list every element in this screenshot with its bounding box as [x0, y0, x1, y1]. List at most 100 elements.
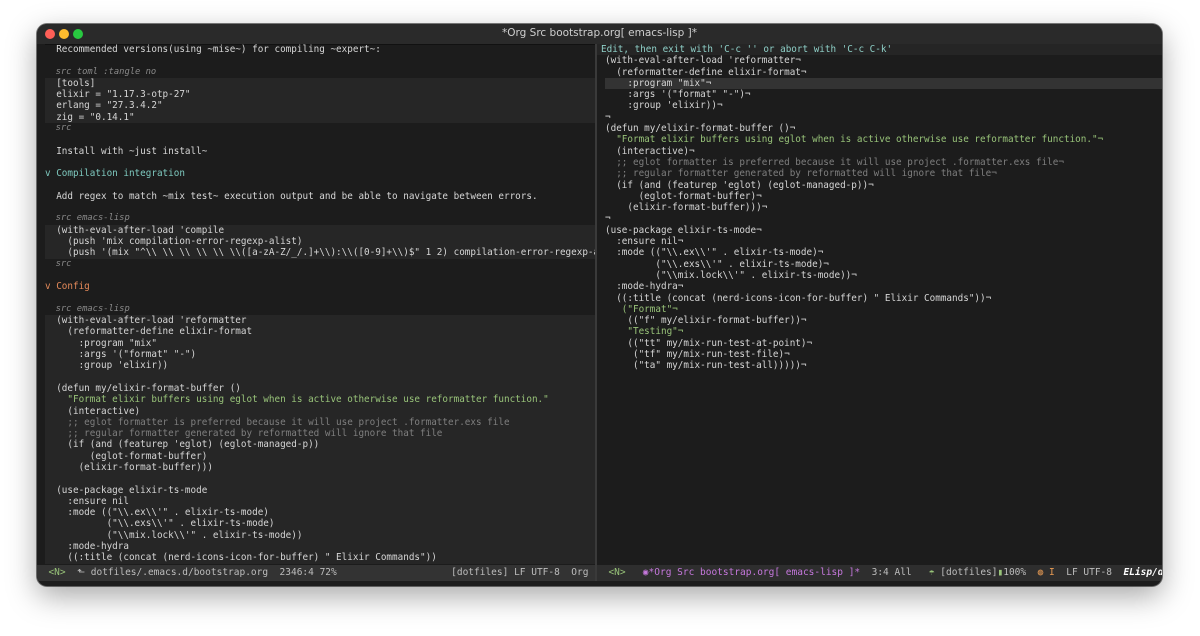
right-line[interactable]: (reformatter-define elixir-format¬: [605, 67, 1162, 78]
right-line[interactable]: ¬: [605, 213, 1162, 224]
buffer-name[interactable]: *Org Src bootstrap.org[ emacs-lisp ]*: [649, 567, 861, 578]
buffer-file-icon: ⬑: [77, 567, 86, 578]
right-line[interactable]: (elixir-format-buffer)))¬: [605, 202, 1162, 213]
left-line[interactable]: src emacs-lisp: [45, 213, 595, 224]
left-line[interactable]: [45, 270, 595, 281]
right-line[interactable]: ;; eglot formatter is preferred because …: [605, 157, 1162, 168]
left-line[interactable]: [45, 157, 595, 168]
encoding[interactable]: LF UTF-8: [514, 567, 560, 578]
right-line[interactable]: (use-package elixir-ts-mode¬: [605, 225, 1162, 236]
left-line[interactable]: ("\\.exs\\'" . elixir-ts-mode): [45, 518, 595, 530]
left-line[interactable]: src toml :tangle no: [45, 67, 595, 78]
left-line[interactable]: zig = "0.14.1": [45, 111, 595, 124]
right-line[interactable]: ("Format"¬: [605, 304, 1162, 315]
right-line[interactable]: (if (and (featurep 'eglot) (eglot-manage…: [605, 180, 1162, 191]
left-line[interactable]: (eglot-format-buffer): [45, 450, 595, 462]
left-line[interactable]: (reformatter-define elixir-format: [45, 326, 595, 338]
left-line[interactable]: src: [45, 123, 595, 134]
buffer-position: 2346:4 72%: [279, 567, 337, 578]
right-line[interactable]: :program "mix"¬: [605, 77, 1162, 90]
left-line[interactable]: (use-package elixir-ts-mode: [45, 484, 595, 496]
right-line[interactable]: (eglot-format-buffer)¬: [605, 191, 1162, 202]
right-line[interactable]: ("\\mix.lock\\'" . elixir-ts-mode))¬: [605, 270, 1162, 281]
right-line[interactable]: :group 'elixir))¬: [605, 100, 1162, 111]
evil-state-indicator: <N>: [48, 567, 66, 578]
buffer-file-name[interactable]: dotfiles/.emacs.d/bootstrap.org: [91, 567, 268, 578]
major-mode[interactable]: Org: [571, 567, 588, 578]
right-line[interactable]: (defun my/elixir-format-buffer ()¬: [605, 123, 1162, 134]
left-fringe: [37, 44, 45, 581]
left-line[interactable]: (if (and (featurep 'eglot) (eglot-manage…: [45, 439, 595, 451]
left-line[interactable]: [45, 473, 595, 485]
left-line[interactable]: :args '("format" "-"): [45, 349, 595, 361]
left-line[interactable]: (push '(mix "^\\ \\ \\ \\ \\ \\([a-zA-Z/…: [45, 247, 595, 259]
left-buffer-text[interactable]: Recommended versions(using ~mise~) for c…: [45, 44, 595, 564]
edit-header-line: Edit, then exit with 'C-c '' or abort wi…: [597, 44, 1162, 56]
left-line[interactable]: ((:title (concat (nerd-icons-icon-for-bu…: [45, 552, 595, 564]
left-line[interactable]: :program "mix": [45, 337, 595, 350]
left-mode-line: <N> ⬑ dotfiles/.emacs.d/bootstrap.org 23…: [37, 565, 595, 581]
right-line[interactable]: ((:title (concat (nerd-icons-icon-for-bu…: [605, 293, 1162, 304]
github-icon: ◍: [1037, 567, 1044, 578]
left-line[interactable]: src emacs-lisp: [45, 304, 595, 315]
right-line[interactable]: "Testing"¬: [605, 326, 1162, 337]
left-line[interactable]: [45, 371, 595, 383]
left-line[interactable]: (elixir-format-buffer))): [45, 461, 595, 474]
left-line[interactable]: v Config: [45, 281, 595, 292]
right-line[interactable]: ("tf" my/mix-run-test-file)¬: [605, 349, 1162, 360]
left-line[interactable]: :ensure nil: [45, 495, 595, 508]
project-name: [dotfiles]: [451, 567, 509, 578]
battery-level: 100%: [1003, 567, 1027, 578]
flycheck-icon: ☂: [928, 567, 935, 578]
right-line[interactable]: :args '("format" "-")¬: [605, 89, 1162, 100]
right-line[interactable]: ("ta" my/mix-run-test-all)))))¬: [605, 360, 1162, 371]
right-line[interactable]: ;; regular formatter generated by reform…: [605, 168, 1162, 179]
left-line[interactable]: [tools]: [45, 77, 595, 90]
left-line[interactable]: src: [45, 259, 595, 270]
right-buffer-text[interactable]: (with-eval-after-load 'reformatter¬ (ref…: [605, 55, 1162, 371]
major-mode-right[interactable]: ELisp/d: [1123, 567, 1162, 578]
right-line[interactable]: (("f" my/elixir-format-buffer))¬: [605, 315, 1162, 326]
left-line[interactable]: v Compilation integration: [45, 168, 595, 179]
git-status: I: [1049, 567, 1055, 578]
left-line[interactable]: Recommended versions(using ~mise~) for c…: [45, 44, 595, 55]
right-line[interactable]: (("tt" my/mix-run-test-at-point)¬: [605, 338, 1162, 349]
left-line[interactable]: [45, 180, 595, 191]
left-line[interactable]: [45, 55, 595, 66]
buffer-position-right: 3:4 All: [871, 567, 912, 578]
right-line[interactable]: :mode-hydra¬: [605, 281, 1162, 292]
left-line[interactable]: (interactive): [45, 405, 595, 417]
left-line[interactable]: ("\\mix.lock\\'" . elixir-ts-mode)): [45, 529, 595, 542]
encoding-right[interactable]: LF UTF-8: [1066, 567, 1112, 578]
left-line[interactable]: [45, 293, 595, 304]
right-line[interactable]: :ensure nil¬: [605, 236, 1162, 247]
left-line[interactable]: erlang = "27.3.4.2": [45, 100, 595, 112]
left-line[interactable]: "Format elixir buffers using eglot when …: [45, 394, 595, 406]
left-line[interactable]: :mode-hydra: [45, 541, 595, 553]
evil-state-indicator-right: <N>: [608, 567, 626, 578]
left-line[interactable]: ;; regular formatter generated by reform…: [45, 428, 595, 440]
left-line[interactable]: ;; eglot formatter is preferred because …: [45, 416, 595, 429]
left-line[interactable]: [45, 202, 595, 213]
left-line[interactable]: (defun my/elixir-format-buffer (): [45, 382, 595, 395]
left-line[interactable]: (push 'mix compilation-error-regexp-alis…: [45, 236, 595, 248]
right-line[interactable]: (with-eval-after-load 'reformatter¬: [605, 55, 1162, 66]
left-line[interactable]: (with-eval-after-load 'compile: [45, 224, 595, 237]
left-line[interactable]: [45, 134, 595, 145]
left-line[interactable]: elixir = "1.17.3-otp-27": [45, 89, 595, 101]
left-editor-pane[interactable]: Recommended versions(using ~mise~) for c…: [37, 44, 595, 581]
right-line[interactable]: :mode (("\\.ex\\'" . elixir-ts-mode)¬: [605, 247, 1162, 258]
left-line[interactable]: Add regex to match ~mix test~ execution …: [45, 191, 595, 202]
left-line[interactable]: (with-eval-after-load 'reformatter: [45, 315, 595, 327]
left-line[interactable]: Install with ~just install~: [45, 146, 595, 157]
right-line[interactable]: (interactive)¬: [605, 146, 1162, 157]
left-line[interactable]: :mode (("\\.ex\\'" . elixir-ts-mode): [45, 507, 595, 519]
right-line[interactable]: "Format elixir buffers using eglot when …: [605, 134, 1162, 145]
right-line[interactable]: ¬: [605, 112, 1162, 123]
right-mode-line: <N> ◉*Org Src bootstrap.org[ emacs-lisp …: [597, 565, 1162, 581]
right-line[interactable]: ("\\.exs\\'" . elixir-ts-mode)¬: [605, 259, 1162, 270]
window-title: *Org Src bootstrap.org[ emacs-lisp ]*: [502, 27, 697, 39]
left-line[interactable]: :group 'elixir)): [45, 360, 595, 372]
right-editor-pane[interactable]: Edit, then exit with 'C-c '' or abort wi…: [597, 44, 1162, 581]
title-bar: *Org Src bootstrap.org[ emacs-lisp ]*: [37, 24, 1162, 45]
